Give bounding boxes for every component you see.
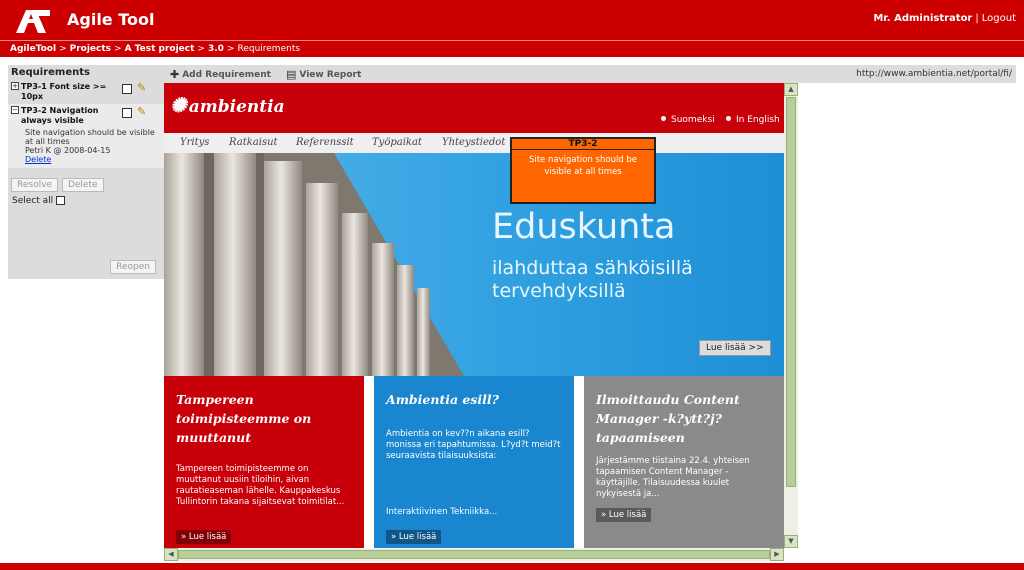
toolbar: ✚ Add Requirement ▤ View Report http://www… (164, 65, 1016, 83)
column-link[interactable]: Interaktiivinen Tekniikka... (386, 507, 497, 517)
bullet-icon (661, 116, 666, 121)
horizontal-scroll-thumb[interactable] (178, 550, 770, 559)
select-all-checkbox[interactable] (56, 196, 66, 205)
hero-subtitle: ilahduttaa sähköisillä tervehdyksillä (492, 257, 772, 303)
column-text: Tampereen toimipisteemme on muuttanut uu… (176, 464, 345, 507)
nav-referenssit[interactable]: Referenssit (296, 137, 354, 148)
breadcrumb-current: Requirements (237, 44, 301, 54)
news-column-content-manager: Ilmoittaudu Content Manager -k?ytt?j?tap… (584, 376, 784, 550)
resolve-button[interactable]: Resolve (11, 178, 58, 192)
breadcrumb-sep: > (114, 44, 122, 54)
scroll-left-icon[interactable]: ◀ (164, 548, 178, 561)
view-report-button[interactable]: ▤ View Report (286, 68, 361, 81)
requirement-title[interactable]: TP3-2 Navigation always visible (21, 106, 109, 126)
agile-tool-logo-icon[interactable] (12, 8, 52, 34)
bullet-icon (726, 116, 731, 121)
site-preview-frame: ✺ ambientia Suomeksi In English Yritys Ra… (164, 83, 798, 561)
site-logo-text: ambientia (188, 97, 285, 117)
vertical-scrollbar[interactable]: ▲ ▼ (784, 83, 798, 548)
delete-button[interactable]: Delete (61, 178, 104, 192)
requirement-item[interactable]: + TP3-1 Font size >= 10px ✎ (8, 80, 164, 104)
select-all: Select all (8, 196, 164, 206)
collapse-toggle[interactable]: − (11, 106, 19, 114)
app-title: Agile Tool (67, 10, 155, 29)
edit-pencil-icon[interactable]: ✎ (137, 105, 146, 118)
column-text: Ambientia on kev??n aikana esill? moniss… (386, 429, 561, 461)
add-requirement-button[interactable]: ✚ Add Requirement (170, 68, 271, 81)
hero-title: Eduskunta (492, 207, 676, 247)
breadcrumb: AgileTool > Projects > A Test project >3.0 > Re… (0, 40, 1024, 57)
nav-ratkaisut[interactable]: Ratkaisut (229, 137, 278, 148)
hero-banner: Eduskunta ilahduttaa sähköisillä tervehd… (164, 153, 784, 376)
bottom-bar (0, 563, 1024, 570)
page-url: http://www.ambientia.net/portal/fi/ (856, 69, 1012, 79)
ambientia-swirl-icon: ✺ (170, 93, 187, 117)
logout-link[interactable]: Logout (982, 13, 1016, 24)
requirements-panel: Requirements + TP3-1 Font size >= 10px ✎ … (8, 65, 164, 279)
news-column-events: Ambientia esill? Ambientia on kev??n aik… (374, 376, 574, 550)
add-requirement-label: Add Requirement (182, 70, 271, 80)
requirement-description: Site navigation should be visible at all… (25, 128, 155, 146)
column-text: Järjestämme tiistaina 22.4. yhteisen tap… (596, 456, 750, 499)
vertical-scroll-thumb[interactable] (786, 97, 796, 487)
select-all-label: Select all (12, 196, 54, 206)
add-icon: ✚ (170, 68, 180, 81)
breadcrumb-project[interactable]: A Test project (125, 44, 195, 54)
parliament-columns-image (164, 153, 464, 376)
requirement-checkbox[interactable] (122, 84, 132, 94)
current-user: Mr. Administrator (873, 13, 973, 24)
annotation-text: Site navigation should be visible at all… (528, 155, 638, 177)
reopen-button[interactable]: Reopen (110, 260, 156, 274)
requirement-title[interactable]: TP3-1 Font size >= 10px (21, 82, 109, 102)
bulk-actions: Resolve Delete (8, 168, 164, 196)
expand-toggle[interactable]: + (11, 82, 19, 90)
read-more-button[interactable]: » Lue lisää (176, 530, 232, 544)
column-heading[interactable]: Ilmoittaudu Content Manager -k?ytt?j?tap… (596, 390, 774, 447)
breadcrumb-agiletool[interactable]: AgileTool (10, 44, 56, 54)
site-nav: Yritys Ratkaisut Referenssit Työpaikat Y… (164, 133, 784, 153)
hero-read-more-button[interactable]: Lue lisää >> (699, 340, 771, 356)
lang-english[interactable]: In English (726, 115, 780, 125)
app-header: Agile Tool Mr. Administrator | Logout (0, 0, 1024, 40)
user-separator: | (975, 13, 979, 24)
lang-finnish[interactable]: Suomeksi (661, 115, 715, 125)
horizontal-scrollbar[interactable]: ◀ ▶ (164, 548, 784, 561)
user-area: Mr. Administrator | Logout (873, 13, 1016, 24)
requirement-meta: Petri K @ 2008-04-15 (25, 146, 111, 155)
requirement-annotation[interactable]: TP3-2 Site navigation should be visible … (510, 137, 656, 204)
requirement-detail: Site navigation should be visible at all… (11, 126, 161, 164)
delete-link[interactable]: Delete (25, 155, 161, 164)
read-more-button[interactable]: » Lue lisää (596, 508, 652, 522)
lang-english-label: In English (736, 115, 780, 125)
annotation-title: TP3-2 (512, 139, 654, 150)
requirement-checkbox[interactable] (122, 108, 132, 118)
column-heading[interactable]: Tampereen toimipisteemme on muuttanut (176, 390, 354, 447)
scroll-up-icon[interactable]: ▲ (784, 83, 798, 96)
hero-subtitle-line2: tervehdyksillä (492, 280, 626, 302)
scroll-right-icon[interactable]: ▶ (770, 548, 784, 561)
nav-yritys[interactable]: Yritys (180, 137, 209, 148)
nav-tyopaikat[interactable]: Työpaikat (372, 137, 422, 148)
breadcrumb-sep: > (59, 44, 67, 54)
requirements-title: Requirements (11, 67, 90, 78)
scroll-down-icon[interactable]: ▼ (784, 535, 798, 548)
report-icon: ▤ (286, 68, 297, 81)
breadcrumb-projects[interactable]: Projects (70, 44, 111, 54)
lang-finnish-label: Suomeksi (671, 115, 715, 125)
hero-subtitle-line1: ilahduttaa sähköisillä (492, 257, 693, 279)
requirement-item[interactable]: − TP3-2 Navigation always visible ✎ Site … (8, 104, 164, 168)
edit-pencil-icon[interactable]: ✎ (137, 81, 146, 94)
nav-yhteystiedot[interactable]: Yhteystiedot (442, 137, 505, 148)
site-header: ✺ ambientia Suomeksi In English (164, 83, 784, 133)
news-column-tampere: Tampereen toimipisteemme on muuttanut Ta… (164, 376, 364, 550)
breadcrumb-version[interactable]: 3.0 (208, 44, 224, 54)
breadcrumb-sep: > (197, 44, 205, 54)
read-more-button[interactable]: » Lue lisää (386, 530, 442, 544)
column-heading[interactable]: Ambientia esill? (386, 390, 564, 409)
site-logo[interactable]: ✺ ambientia (170, 93, 285, 117)
breadcrumb-sep: > (226, 44, 235, 54)
view-report-label: View Report (299, 70, 362, 80)
